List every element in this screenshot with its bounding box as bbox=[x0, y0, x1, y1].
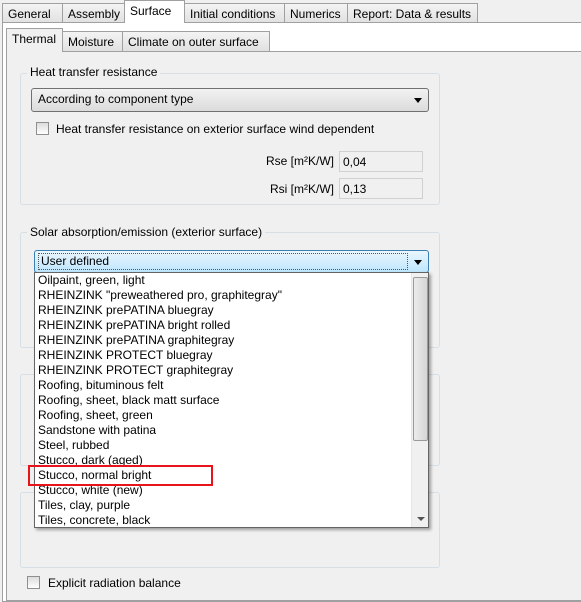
solar-option[interactable]: Roofing, sheet, green bbox=[35, 408, 428, 423]
rsi-field[interactable]: 0,13 bbox=[339, 178, 423, 199]
solar-option[interactable]: RHEINZINK prePATINA graphitegray bbox=[35, 333, 428, 348]
solar-dropdown[interactable]: User defined bbox=[34, 250, 429, 273]
wind-dependent-checkbox[interactable] bbox=[36, 122, 49, 135]
chevron-down-icon bbox=[414, 260, 422, 265]
explicit-radiation-checkbox[interactable] bbox=[27, 576, 40, 589]
solar-option[interactable]: Sandstone with patina bbox=[35, 423, 428, 438]
scroll-down-icon[interactable] bbox=[417, 517, 425, 521]
scrollbar[interactable] bbox=[411, 273, 428, 527]
solar-title: Solar absorption/emission (exterior surf… bbox=[27, 225, 266, 239]
solar-option[interactable]: Tiles, concrete, black bbox=[35, 513, 428, 527]
scrollbar-thumb[interactable] bbox=[413, 277, 428, 441]
solar-option[interactable]: Steel, rubbed bbox=[35, 438, 428, 453]
solar-option[interactable]: Roofing, bituminous felt bbox=[35, 378, 428, 393]
rse-label: Rse [m²K/W] bbox=[266, 154, 334, 168]
solar-option[interactable]: Oilpaint, green, light bbox=[35, 273, 428, 288]
explicit-radiation-label: Explicit radiation balance bbox=[48, 576, 181, 590]
subtab-climate[interactable]: Climate on outer surface bbox=[122, 31, 270, 51]
solar-selected-value: User defined bbox=[38, 253, 408, 270]
solar-option[interactable]: RHEINZINK PROTECT graphitegray bbox=[35, 363, 428, 378]
tab-surface[interactable]: Surface bbox=[124, 0, 185, 23]
heat-transfer-title: Heat transfer resistance bbox=[27, 65, 161, 79]
solar-option[interactable]: Tiles, clay, purple bbox=[35, 498, 428, 513]
tab-general[interactable]: General bbox=[2, 3, 63, 23]
solar-option[interactable]: RHEINZINK prePATINA bright rolled bbox=[35, 318, 428, 333]
heat-transfer-mode-dropdown[interactable]: According to component type bbox=[31, 88, 429, 112]
solar-option[interactable]: Roofing, sheet, black matt surface bbox=[35, 393, 428, 408]
rsi-label: Rsi [m²K/W] bbox=[270, 182, 334, 196]
tab-report[interactable]: Report: Data & results bbox=[347, 3, 478, 23]
heat-transfer-mode-value: According to component type bbox=[38, 92, 194, 106]
subtab-moisture[interactable]: Moisture bbox=[62, 31, 123, 51]
solar-option[interactable]: RHEINZINK PROTECT bluegray bbox=[35, 348, 428, 363]
tab-numerics[interactable]: Numerics bbox=[284, 3, 348, 23]
chevron-down-icon bbox=[414, 98, 422, 103]
rse-field[interactable]: 0,04 bbox=[339, 151, 423, 172]
wind-dependent-label: Heat transfer resistance on exterior sur… bbox=[56, 122, 375, 136]
tab-assembly[interactable]: Assembly bbox=[62, 3, 125, 23]
solar-option[interactable]: RHEINZINK "preweathered pro, graphitegra… bbox=[35, 288, 428, 303]
highlight-box bbox=[28, 465, 213, 486]
solar-option[interactable]: RHEINZINK prePATINA bluegray bbox=[35, 303, 428, 318]
tab-initial-conditions[interactable]: Initial conditions bbox=[184, 3, 285, 23]
subtab-thermal[interactable]: Thermal bbox=[6, 28, 63, 52]
solar-options-list[interactable]: Oilpaint, green, light RHEINZINK "preweat… bbox=[34, 272, 429, 528]
